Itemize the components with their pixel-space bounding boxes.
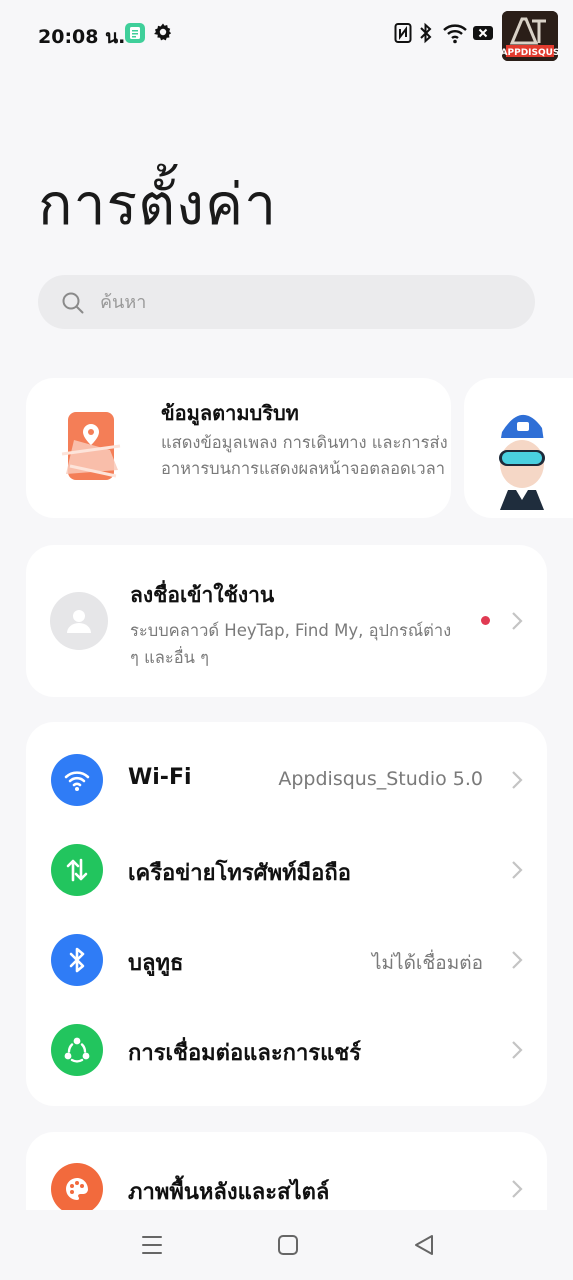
home-icon[interactable]	[275, 1232, 301, 1258]
app-notification-icon	[125, 23, 145, 43]
account-description: ระบบคลาวด์ HeyTap, Find My, อุปกรณ์ต่าง …	[130, 621, 452, 667]
appdisqus-logo: APPDISQUS	[502, 11, 558, 61]
navigation-bar	[0, 1210, 573, 1280]
share-icon	[51, 1024, 103, 1076]
chevron-right-icon	[510, 610, 524, 632]
search-bar[interactable]	[38, 275, 535, 329]
context-info-title: ข้อมูลตามบริบท	[161, 401, 299, 425]
bluetooth-icon	[419, 22, 433, 44]
mobile-data-icon	[51, 844, 103, 896]
settings-row-label: บลูทูธ	[128, 951, 184, 976]
context-info-description: แสดงข้อมูลเพลง การเดินทาง และการส่งอาหาร…	[161, 433, 448, 478]
bluetooth-icon	[51, 934, 103, 986]
location-map-icon	[60, 410, 124, 482]
memoji-avatar-icon	[499, 398, 546, 510]
context-info-card[interactable]: ข้อมูลตามบริบท แสดงข้อมูลเพลง การเดินทาง…	[26, 378, 451, 518]
chevron-right-icon	[510, 1178, 524, 1200]
menu-icon[interactable]	[139, 1232, 165, 1258]
avatar-promo-card[interactable]	[464, 378, 573, 518]
settings-row-label: ภาพพื้นหลังและสไตล์	[128, 1180, 330, 1205]
settings-row-connection-sharing[interactable]: การเชื่อมต่อและการแชร์	[26, 1005, 547, 1095]
status-bar: 20:08 น.	[0, 0, 573, 66]
nfc-icon	[394, 22, 412, 44]
notification-dot	[481, 616, 490, 625]
settings-row-value: Appdisqus_Studio 5.0	[278, 768, 483, 790]
connectivity-card: Wi-Fi Appdisqus_Studio 5.0 เครือข่ายโทรศ…	[26, 722, 547, 1106]
wifi-icon	[51, 754, 103, 806]
account-signin-card[interactable]: ลงชื่อเข้าใช้งาน ระบบคลาวด์ HeyTap, Find…	[26, 545, 547, 697]
account-title: ลงชื่อเข้าใช้งาน	[130, 583, 275, 607]
settings-row-label: การเชื่อมต่อและการแชร์	[128, 1041, 362, 1066]
settings-row-bluetooth[interactable]: บลูทูธ ไม่ได้เชื่อมต่อ	[26, 915, 547, 1005]
battery-icon	[472, 22, 496, 44]
settings-row-label: Wi-Fi	[128, 765, 192, 790]
back-icon[interactable]	[411, 1232, 437, 1258]
avatar	[50, 592, 108, 650]
user-icon	[67, 610, 91, 633]
logo-text: APPDISQUS	[502, 48, 558, 58]
settings-row-mobile-network[interactable]: เครือข่ายโทรศัพท์มือถือ	[26, 825, 547, 915]
gear-icon	[153, 22, 173, 42]
settings-row-wifi[interactable]: Wi-Fi Appdisqus_Studio 5.0	[26, 735, 547, 825]
chevron-right-icon	[510, 859, 524, 881]
chevron-right-icon	[510, 949, 524, 971]
settings-row-value: ไม่ได้เชื่อมต่อ	[371, 952, 483, 974]
settings-row-label: เครือข่ายโทรศัพท์มือถือ	[128, 861, 351, 886]
chevron-right-icon	[510, 1039, 524, 1061]
search-icon	[61, 291, 85, 315]
palette-icon	[51, 1163, 103, 1215]
wifi-icon	[442, 22, 468, 44]
chevron-right-icon	[510, 769, 524, 791]
search-input[interactable]	[100, 275, 500, 329]
status-time: 20:08 น.	[38, 26, 126, 48]
page-title: การตั้งค่า	[38, 172, 278, 238]
